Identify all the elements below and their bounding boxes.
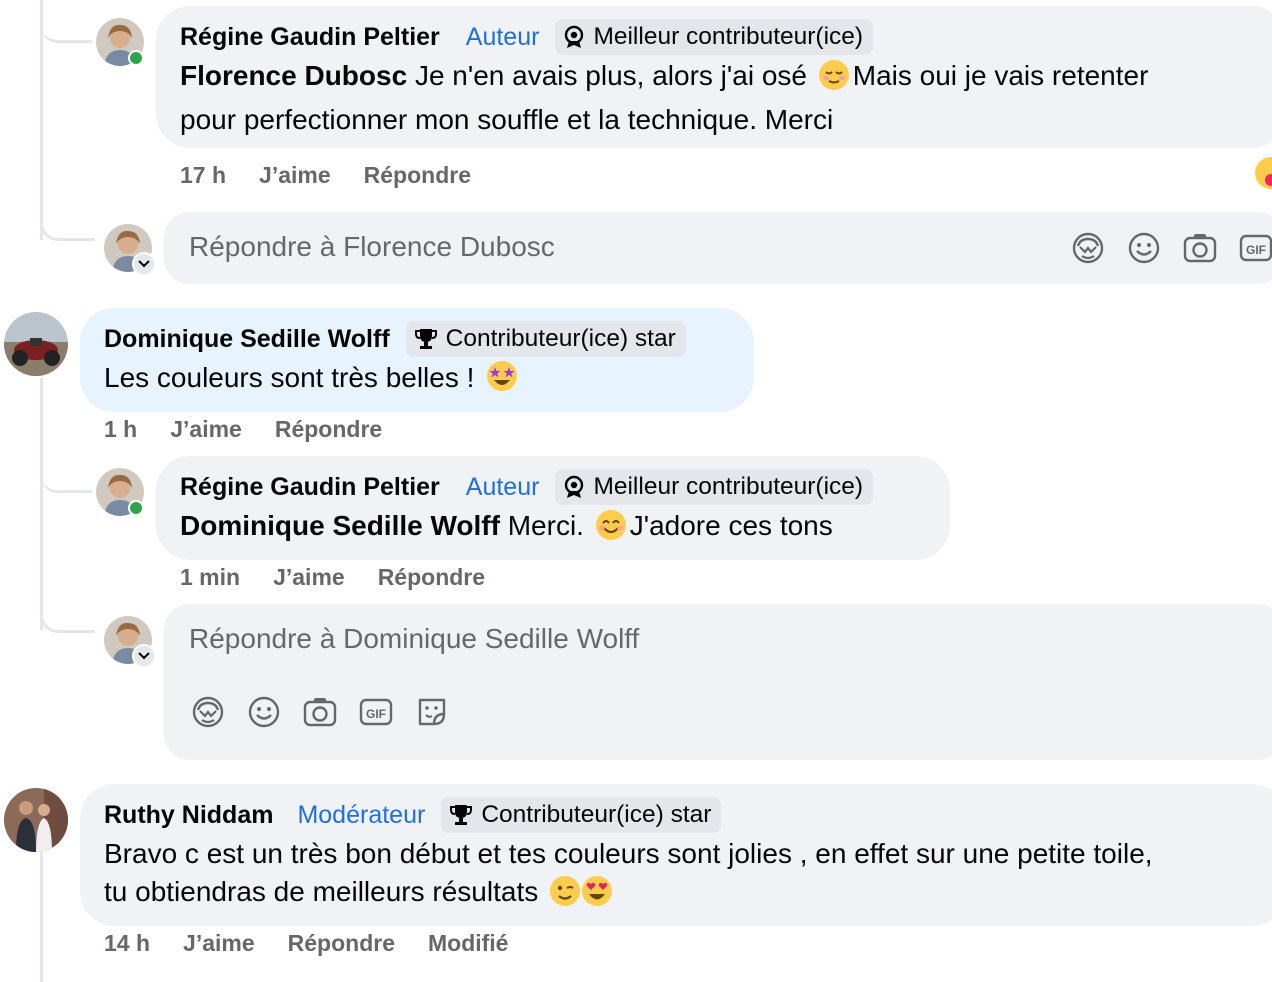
reply-button[interactable]: Répondre xyxy=(378,564,485,591)
comment-text: Florence Dubosc Je n'en avais plus, alor… xyxy=(180,57,1260,139)
chevron-down-icon[interactable] xyxy=(132,644,156,668)
badge-label: Contributeur(ice) star xyxy=(481,801,712,828)
heart-eyes-emoji xyxy=(581,875,613,917)
smiley-icon[interactable] xyxy=(246,694,282,730)
contributor-badge[interactable]: Meilleur contributeur(ice) xyxy=(555,19,874,55)
gif-icon[interactable]: GIF xyxy=(358,694,394,730)
camera-icon[interactable] xyxy=(1182,230,1218,266)
chevron-down-icon[interactable] xyxy=(132,252,156,276)
comment-time[interactable]: 1 min xyxy=(180,564,240,591)
mention[interactable]: Florence Dubosc xyxy=(180,60,407,91)
medal-icon xyxy=(565,475,584,498)
comment-text: Les couleurs sont très belles ! xyxy=(104,359,744,403)
smiling-face-emoji xyxy=(595,509,627,551)
reply-input-placeholder[interactable]: Répondre à Dominique Sedille Wolff xyxy=(189,623,639,655)
camera-icon[interactable] xyxy=(302,694,338,730)
trophy-icon xyxy=(450,805,473,825)
comment-text-part: Les couleurs sont très belles ! xyxy=(104,362,475,393)
comment-text: Dominique Sedille Wolff Merci. J'adore c… xyxy=(180,507,940,551)
avatar[interactable] xyxy=(4,788,68,852)
svg-text:GIF: GIF xyxy=(1246,243,1266,257)
role-tag: Modérateur xyxy=(297,800,426,829)
thread-branch xyxy=(40,0,92,43)
badge-label: Meilleur contributeur(ice) xyxy=(593,23,864,50)
thread-line xyxy=(40,852,43,982)
star-struck-emoji xyxy=(485,359,519,403)
online-status-dot xyxy=(128,50,144,66)
author-name[interactable]: Dominique Sedille Wolff xyxy=(104,325,390,354)
comment-text: Bravo c est un très bon début et tes cou… xyxy=(104,835,1272,917)
thread-branch xyxy=(40,200,95,241)
comment-header: Dominique Sedille Wolff Contributeur(ice… xyxy=(104,319,686,359)
comment-time[interactable]: 14 h xyxy=(104,930,150,957)
avatar[interactable] xyxy=(4,312,68,376)
online-status-dot xyxy=(128,500,144,516)
comment-actions: 17 h J’aime Répondre xyxy=(180,162,504,189)
relieved-face-emoji xyxy=(818,59,850,101)
comment-header: Ruthy Niddam Modérateur Contributeur(ice… xyxy=(104,795,722,835)
reply-button[interactable]: Répondre xyxy=(364,162,471,189)
like-button[interactable]: J’aime xyxy=(170,416,242,443)
thread-branch xyxy=(40,450,92,493)
role-tag: Auteur xyxy=(465,472,540,501)
edited-label[interactable]: Modifié xyxy=(428,930,509,957)
smiley-icon[interactable] xyxy=(1126,230,1162,266)
like-button[interactable]: J’aime xyxy=(183,930,255,957)
contributor-badge[interactable]: Contributeur(ice) star xyxy=(441,797,722,833)
comment-header: Régine Gaudin Peltier Auteur Meilleur co… xyxy=(180,17,874,57)
comment-text-part: Je n'en avais plus, alors j'ai osé xyxy=(414,60,807,91)
avatar-sticker-icon[interactable] xyxy=(1070,230,1106,266)
role-tag: Auteur xyxy=(465,22,540,51)
comment-text-part: Merci. xyxy=(507,510,584,541)
comment-header: Régine Gaudin Peltier Auteur Meilleur co… xyxy=(180,467,874,507)
winking-face-emoji xyxy=(549,875,581,917)
mention[interactable]: Dominique Sedille Wolff xyxy=(180,510,500,541)
like-button[interactable]: J’aime xyxy=(273,564,345,591)
comment-actions: 1 h J’aime Répondre xyxy=(104,416,415,443)
svg-text:GIF: GIF xyxy=(366,707,386,721)
gif-icon[interactable]: GIF xyxy=(1238,230,1272,266)
badge-label: Meilleur contributeur(ice) xyxy=(593,473,864,500)
comment-text-part: tu obtiendras de meilleurs résultats xyxy=(104,876,539,907)
comment-text-part: J'adore ces tons xyxy=(629,510,833,541)
like-button[interactable]: J’aime xyxy=(259,162,331,189)
trophy-icon xyxy=(414,329,437,349)
comment-time[interactable]: 1 h xyxy=(104,416,137,443)
reaction-emoji[interactable] xyxy=(1254,156,1272,192)
comment-text-part: pour perfectionner mon souffle et la tec… xyxy=(180,104,834,135)
author-name[interactable]: Régine Gaudin Peltier xyxy=(180,473,440,502)
reply-button[interactable]: Répondre xyxy=(288,930,395,957)
comment-actions: 1 min J’aime Répondre xyxy=(180,564,518,591)
medal-icon xyxy=(565,25,584,48)
reply-button[interactable]: Répondre xyxy=(275,416,382,443)
sticker-icon[interactable] xyxy=(414,694,450,730)
avatar-sticker-icon[interactable] xyxy=(190,694,226,730)
comment-text-part: Mais oui je vais retenter xyxy=(852,60,1149,91)
reply-input-placeholder[interactable]: Répondre à Florence Dubosc xyxy=(189,231,555,263)
comment-actions: 14 h J’aime Répondre Modifié xyxy=(104,930,541,957)
contributor-badge[interactable]: Contributeur(ice) star xyxy=(405,321,686,357)
comment-text-part: Bravo c est un très bon début et tes cou… xyxy=(104,838,1153,869)
badge-label: Contributeur(ice) star xyxy=(445,325,676,352)
comment-time[interactable]: 17 h xyxy=(180,162,226,189)
author-name[interactable]: Régine Gaudin Peltier xyxy=(180,23,440,52)
author-name[interactable]: Ruthy Niddam xyxy=(104,801,273,830)
contributor-badge[interactable]: Meilleur contributeur(ice) xyxy=(555,469,874,505)
thread-branch xyxy=(40,592,95,633)
